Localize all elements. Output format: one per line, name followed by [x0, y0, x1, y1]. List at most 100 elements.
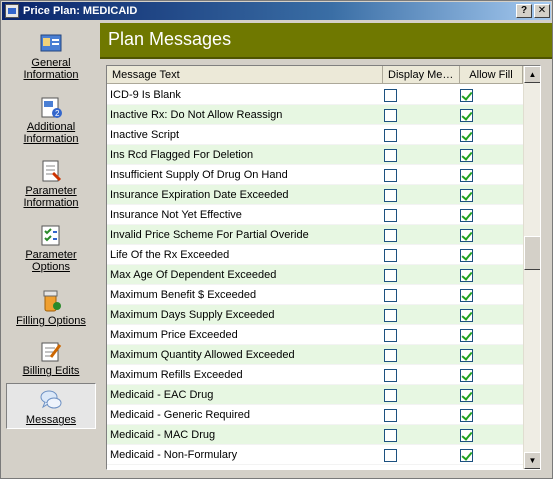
- allow-fill-checkbox[interactable]: [460, 289, 473, 302]
- display-message-checkbox[interactable]: [384, 309, 397, 322]
- message-text-cell: Invalid Price Scheme For Partial Overide: [110, 229, 309, 241]
- sidebar-item-filling-options[interactable]: Filling Options: [6, 289, 96, 329]
- table-row[interactable]: Maximum Benefit $ Exceeded: [107, 285, 523, 305]
- table-row[interactable]: Invalid Price Scheme For Partial Overide: [107, 225, 523, 245]
- allow-fill-checkbox[interactable]: [460, 109, 473, 122]
- table-row[interactable]: Insufficient Supply Of Drug On Hand: [107, 165, 523, 185]
- allow-fill-checkbox[interactable]: [460, 189, 473, 202]
- display-message-checkbox[interactable]: [384, 109, 397, 122]
- sidebar-item-billing-edits[interactable]: Billing Edits: [6, 339, 96, 379]
- price-plan-window: Price Plan: MEDICAID ? ✕ General Informa…: [0, 0, 553, 479]
- grid-header: Message Text Display Me… Allow Fill: [107, 66, 523, 84]
- parameter-info-icon: [42, 160, 62, 182]
- allow-fill-checkbox[interactable]: [460, 329, 473, 342]
- allow-fill-checkbox[interactable]: [460, 309, 473, 322]
- column-header-display-message[interactable]: Display Me…: [383, 66, 460, 84]
- table-row[interactable]: ICD-9 Is Blank: [107, 85, 523, 105]
- message-text-cell: ICD-9 Is Blank: [110, 89, 181, 101]
- table-row[interactable]: Ins Rcd Flagged For Deletion: [107, 145, 523, 165]
- sidebar-item-label: Parameter Options: [25, 249, 77, 273]
- table-row[interactable]: Medicaid - EAC Drug: [107, 385, 523, 405]
- table-row[interactable]: Medicaid - MAC Drug: [107, 425, 523, 445]
- allow-fill-checkbox[interactable]: [460, 349, 473, 362]
- message-text-cell: Life Of the Rx Exceeded: [110, 249, 230, 261]
- display-message-checkbox[interactable]: [384, 89, 397, 102]
- section-header: Plan Messages: [100, 23, 552, 59]
- sidebar-item-label: Messages: [25, 414, 77, 426]
- allow-fill-checkbox[interactable]: [460, 369, 473, 382]
- main-content: Plan Messages Message Text Display Me… A…: [100, 23, 552, 478]
- table-row[interactable]: Insurance Not Yet Effective: [107, 205, 523, 225]
- allow-fill-checkbox[interactable]: [460, 149, 473, 162]
- allow-fill-checkbox[interactable]: [460, 89, 473, 102]
- table-row[interactable]: Maximum Price Exceeded: [107, 325, 523, 345]
- allow-fill-checkbox[interactable]: [460, 389, 473, 402]
- message-text-cell: Maximum Days Supply Exceeded: [110, 309, 275, 321]
- sidebar-item-messages[interactable]: Messages: [6, 383, 96, 429]
- message-text-cell: Maximum Refills Exceeded: [110, 369, 243, 381]
- sidebar-item-label: General Information: [23, 57, 79, 81]
- allow-fill-checkbox[interactable]: [460, 169, 473, 182]
- display-message-checkbox[interactable]: [384, 409, 397, 422]
- display-message-checkbox[interactable]: [384, 429, 397, 442]
- column-header-message-text[interactable]: Message Text: [107, 66, 383, 84]
- close-button[interactable]: ✕: [534, 4, 550, 18]
- help-button[interactable]: ?: [516, 4, 532, 18]
- message-text-cell: Inactive Script: [110, 129, 180, 141]
- table-row[interactable]: Insurance Expiration Date Exceeded: [107, 185, 523, 205]
- display-message-checkbox[interactable]: [384, 149, 397, 162]
- display-message-checkbox[interactable]: [384, 189, 397, 202]
- table-row[interactable]: Max Age Of Dependent Exceeded: [107, 265, 523, 285]
- allow-fill-checkbox[interactable]: [460, 449, 473, 462]
- title-bar: Price Plan: MEDICAID ? ✕: [2, 2, 551, 20]
- display-message-checkbox[interactable]: [384, 209, 397, 222]
- table-row[interactable]: Maximum Days Supply Exceeded: [107, 305, 523, 325]
- allow-fill-checkbox[interactable]: [460, 429, 473, 442]
- sidebar-item-additional-information[interactable]: 2 Additional Information: [6, 95, 96, 149]
- display-message-checkbox[interactable]: [384, 129, 397, 142]
- allow-fill-checkbox[interactable]: [460, 209, 473, 222]
- sidebar-item-label: Parameter Information: [23, 185, 79, 209]
- table-row[interactable]: Medicaid - Non-Formulary: [107, 445, 523, 465]
- display-message-checkbox[interactable]: [384, 389, 397, 402]
- display-message-checkbox[interactable]: [384, 329, 397, 342]
- allow-fill-checkbox[interactable]: [460, 269, 473, 282]
- app-icon: [5, 4, 19, 18]
- sidebar-item-general-information[interactable]: General Information: [6, 31, 96, 85]
- display-message-checkbox[interactable]: [384, 269, 397, 282]
- display-message-checkbox[interactable]: [384, 169, 397, 182]
- allow-fill-checkbox[interactable]: [460, 229, 473, 242]
- column-header-allow-fill[interactable]: Allow Fill: [460, 66, 523, 84]
- scroll-thumb[interactable]: [524, 236, 540, 270]
- sidebar-item-parameter-options[interactable]: Parameter Options: [6, 223, 96, 277]
- allow-fill-checkbox[interactable]: [460, 129, 473, 142]
- allow-fill-checkbox[interactable]: [460, 409, 473, 422]
- parameter-options-icon: [41, 225, 60, 246]
- sidebar-item-parameter-information[interactable]: Parameter Information: [6, 159, 96, 213]
- table-row[interactable]: Inactive Rx: Do Not Allow Reassign: [107, 105, 523, 125]
- table-row[interactable]: Medicaid - Generic Required: [107, 405, 523, 425]
- table-row[interactable]: Maximum Refills Exceeded: [107, 365, 523, 385]
- filling-options-icon: [43, 290, 61, 312]
- page-title: Plan Messages: [108, 29, 232, 49]
- table-row[interactable]: Inactive Script: [107, 125, 523, 145]
- message-text-cell: Ins Rcd Flagged For Deletion: [110, 149, 254, 161]
- vertical-scrollbar[interactable]: ▲ ▼: [523, 66, 540, 469]
- display-message-checkbox[interactable]: [384, 369, 397, 382]
- message-text-cell: Maximum Price Exceeded: [110, 329, 238, 341]
- message-text-cell: Medicaid - MAC Drug: [110, 429, 216, 441]
- display-message-checkbox[interactable]: [384, 289, 397, 302]
- display-message-checkbox[interactable]: [384, 449, 397, 462]
- message-text-cell: Insufficient Supply Of Drug On Hand: [110, 169, 288, 181]
- scroll-down-button[interactable]: ▼: [524, 452, 540, 469]
- allow-fill-checkbox[interactable]: [460, 249, 473, 262]
- message-text-cell: Inactive Rx: Do Not Allow Reassign: [110, 109, 283, 121]
- scroll-up-button[interactable]: ▲: [524, 66, 540, 83]
- table-row[interactable]: Life Of the Rx Exceeded: [107, 245, 523, 265]
- message-text-cell: Insurance Expiration Date Exceeded: [110, 189, 289, 201]
- message-text-cell: Maximum Benefit $ Exceeded: [110, 289, 257, 301]
- display-message-checkbox[interactable]: [384, 229, 397, 242]
- display-message-checkbox[interactable]: [384, 249, 397, 262]
- display-message-checkbox[interactable]: [384, 349, 397, 362]
- table-row[interactable]: Maximum Quantity Allowed Exceeded: [107, 345, 523, 365]
